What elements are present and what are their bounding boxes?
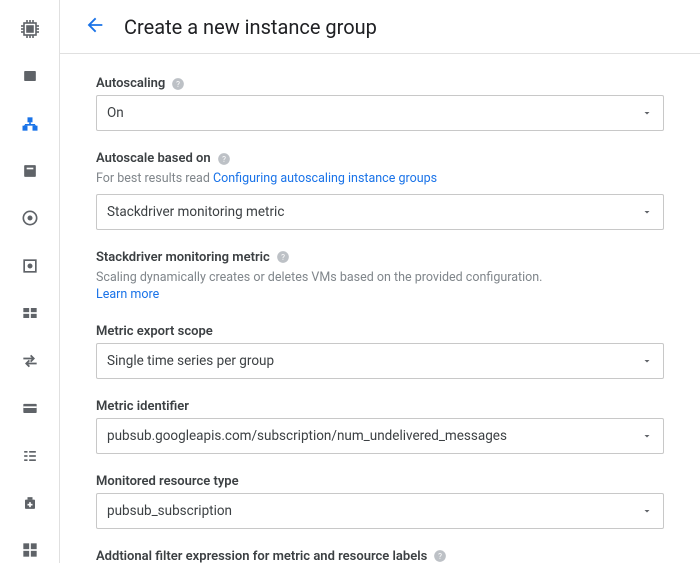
arrow-back-icon [84,14,106,39]
svg-text:?: ? [438,551,442,561]
caret-down-icon [641,206,653,218]
tpus-icon[interactable] [10,253,50,278]
autoscale-based-on-group: Autoscale based on ? For best results re… [96,151,664,230]
autoscale-based-on-select[interactable]: Stackdriver monitoring metric [96,194,664,230]
zones-icon[interactable] [10,538,50,563]
autoscaling-select[interactable]: On [96,95,664,131]
autoscaling-group: Autoscaling ? On [96,76,664,131]
config-autoscaling-link[interactable]: Configuring autoscaling instance groups [213,171,437,186]
metric-export-scope-label: Metric export scope [96,324,213,339]
filter-expression-label: Addtional filter expression for metric a… [96,549,427,563]
autoscale-based-on-value: Stackdriver monitoring metric [107,204,284,220]
svg-text:?: ? [222,153,226,163]
monitored-resource-type-select[interactable]: pubsub_subscription [96,493,664,529]
back-button[interactable] [84,14,106,39]
metric-identifier-value: pubsub.googleapis.com/subscription/num_u… [107,428,507,444]
stackdriver-metric-subtext: Scaling dynamically creates or deletes V… [96,269,664,304]
metric-identifier-group: Metric identifier pubsub.googleapis.com/… [96,399,664,454]
page-title: Create a new instance group [124,15,377,39]
autoscaling-value: On [107,105,124,121]
autoscale-based-on-subtext: For best results read Configuring autosc… [96,170,664,188]
metadata-icon[interactable] [10,443,50,468]
svg-text:?: ? [281,252,285,262]
metric-export-scope-group: Metric export scope Single time series p… [96,324,664,379]
sidebar [0,0,60,563]
commitments-icon[interactable] [10,395,50,420]
caret-down-icon [641,505,653,517]
page-header: Create a new instance group [60,0,700,54]
stackdriver-metric-label: Stackdriver monitoring metric [96,250,270,265]
metric-identifier-select[interactable]: pubsub.googleapis.com/subscription/num_u… [96,418,664,454]
help-icon[interactable]: ? [433,549,447,563]
metric-export-scope-value: Single time series per group [107,353,274,369]
images-icon[interactable] [10,206,50,231]
help-icon[interactable]: ? [171,77,185,91]
autoscale-based-on-label: Autoscale based on [96,151,211,166]
compute-engine-icon[interactable] [10,16,50,41]
snapshots-icon[interactable] [10,158,50,183]
caret-down-icon [641,355,653,367]
caret-down-icon [641,107,653,119]
instance-groups-icon[interactable] [10,111,50,136]
monitored-resource-type-value: pubsub_subscription [107,503,232,519]
autoscaling-label: Autoscaling [96,76,165,91]
disks-icon[interactable] [10,63,50,88]
monitored-resource-type-group: Monitored resource type pubsub_subscript… [96,474,664,529]
form-content: Autoscaling ? On Autoscale based on ? Fo… [60,54,700,563]
migrate-icon[interactable] [10,348,50,373]
stackdriver-metric-group: Stackdriver monitoring metric ? Scaling … [96,250,664,304]
svg-text:?: ? [176,78,180,88]
metric-export-scope-select[interactable]: Single time series per group [96,343,664,379]
help-icon[interactable]: ? [217,152,231,166]
monitored-resource-type-label: Monitored resource type [96,474,239,489]
filter-expression-group: Addtional filter expression for metric a… [96,549,664,563]
sole-tenant-icon[interactable] [10,301,50,326]
metric-identifier-label: Metric identifier [96,399,189,414]
caret-down-icon [641,430,653,442]
learn-more-link[interactable]: Learn more [96,287,159,302]
health-checks-icon[interactable] [10,490,50,515]
help-icon[interactable]: ? [276,250,290,264]
main: Create a new instance group Autoscaling … [60,0,700,563]
